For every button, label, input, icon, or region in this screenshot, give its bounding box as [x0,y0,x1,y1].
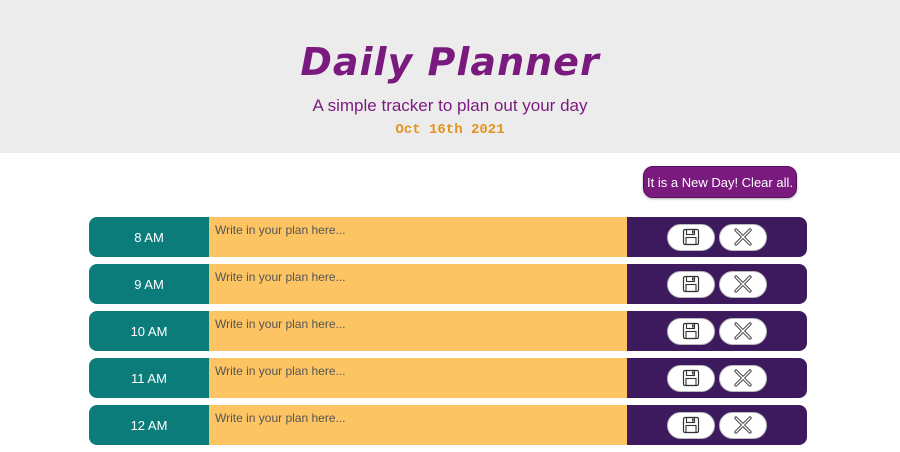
delete-button[interactable] [719,411,767,439]
delete-button[interactable] [719,317,767,345]
row-actions [627,217,807,257]
plan-input[interactable] [209,405,627,445]
save-button[interactable] [667,270,715,298]
page-header: Daily Planner A simple tracker to plan o… [0,0,900,153]
delete-button[interactable] [719,270,767,298]
time-block-row: 10 AM [89,311,807,351]
floppy-disk-icon [682,369,700,387]
time-block-row: 9 AM [89,264,807,304]
save-button[interactable] [667,317,715,345]
floppy-disk-icon [682,416,700,434]
delete-button[interactable] [719,223,767,251]
plan-input[interactable] [209,358,627,398]
hour-label: 9 AM [89,264,209,304]
floppy-disk-icon [682,275,700,293]
hour-label: 8 AM [89,217,209,257]
hour-label: 11 AM [89,358,209,398]
row-actions [627,358,807,398]
clear-all-button[interactable]: It is a New Day! Clear all. [643,166,797,198]
page-title: Daily Planner [300,40,600,84]
current-date: Oct 16th 2021 [395,122,505,138]
close-x-icon [734,322,752,340]
floppy-disk-icon [682,228,700,246]
row-actions [627,405,807,445]
close-x-icon [734,369,752,387]
plan-input[interactable] [209,217,627,257]
save-button[interactable] [667,223,715,251]
hour-label: 12 AM [89,405,209,445]
hour-label: 10 AM [89,311,209,351]
time-block-row: 11 AM [89,358,807,398]
close-x-icon [734,275,752,293]
page-subtitle: A simple tracker to plan out your day [312,96,588,115]
plan-input[interactable] [209,311,627,351]
row-actions [627,311,807,351]
time-block-list: 8 AM 9 AM [89,217,807,452]
close-x-icon [734,416,752,434]
close-x-icon [734,228,752,246]
delete-button[interactable] [719,364,767,392]
floppy-disk-icon [682,322,700,340]
time-block-row: 12 AM [89,405,807,445]
save-button[interactable] [667,364,715,392]
time-block-row: 8 AM [89,217,807,257]
save-button[interactable] [667,411,715,439]
plan-input[interactable] [209,264,627,304]
row-actions [627,264,807,304]
